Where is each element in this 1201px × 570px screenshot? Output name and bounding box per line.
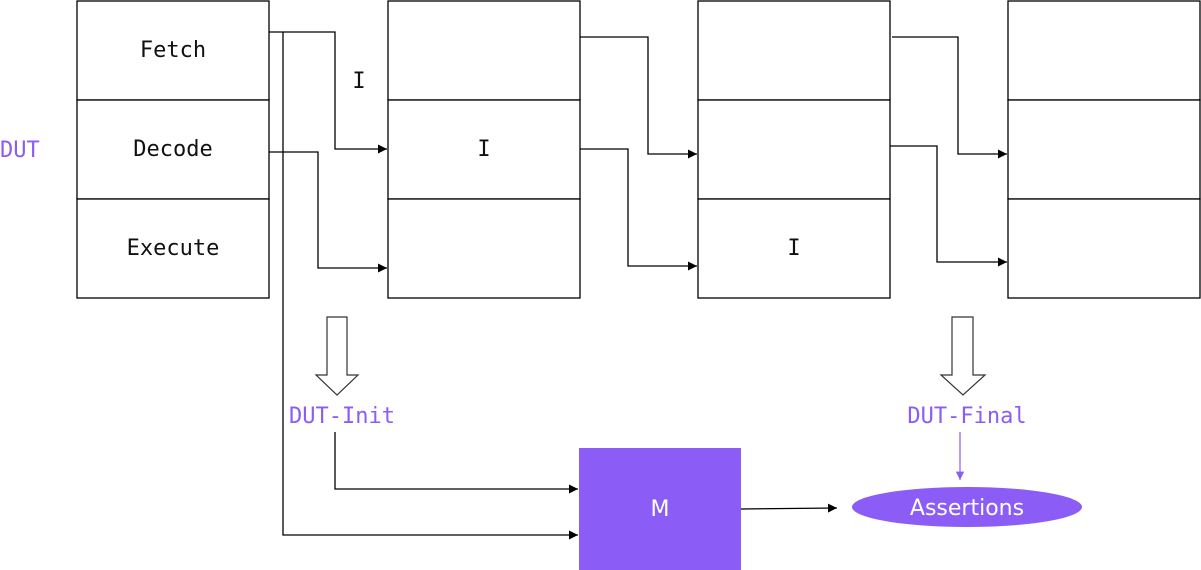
- dut-label: DUT: [0, 138, 40, 163]
- wire-instruction-label: I: [352, 69, 365, 94]
- pipeline-diagram: DUT Fetch Decode Execute I I I DUT-Init …: [0, 0, 1201, 570]
- hollow-arrow-init-icon: [314, 316, 360, 396]
- stage-3-row-1: [1007, 99, 1201, 200]
- stage-2-row-1: [697, 99, 891, 200]
- fetch-label: Fetch: [140, 38, 206, 63]
- model-label: M: [651, 497, 670, 522]
- wire-decode-to-execute: [269, 151, 387, 273]
- wire-s1-row0-to-s2-row1: [580, 36, 697, 159]
- stage-2-instruction-label: I: [787, 236, 800, 261]
- stage-2-row-0: [697, 0, 891, 101]
- dut-final-label: DUT-Final: [907, 404, 1026, 429]
- wire-init-to-model: [334, 432, 578, 494]
- wire-s1-row1-to-s2-row2: [580, 148, 697, 271]
- stage-1-instruction-label: I: [477, 137, 490, 162]
- stage-1-row-2: [387, 198, 581, 299]
- decode-label: Decode: [133, 137, 212, 162]
- assertions-label: Assertions: [910, 496, 1024, 521]
- wire-fetch-to-decode: [269, 31, 387, 154]
- wire-s2-row0-to-s3-row1: [892, 36, 1007, 159]
- dut-init-label: DUT-Init: [289, 404, 395, 429]
- stage-3: [1007, 0, 1201, 299]
- stage-0: Fetch Decode Execute: [76, 0, 270, 299]
- stage-2: I: [697, 0, 891, 299]
- wire-model-to-assertions: [740, 503, 838, 513]
- hollow-arrow-final-icon: [939, 316, 987, 396]
- stage-3-row-2: [1007, 198, 1201, 299]
- stage-1: I: [387, 0, 581, 299]
- stage-3-row-0: [1007, 0, 1201, 101]
- execute-label: Execute: [127, 236, 220, 261]
- stage-1-row-0: [387, 0, 581, 101]
- wire-s2-row1-to-s3-row2: [890, 145, 1007, 267]
